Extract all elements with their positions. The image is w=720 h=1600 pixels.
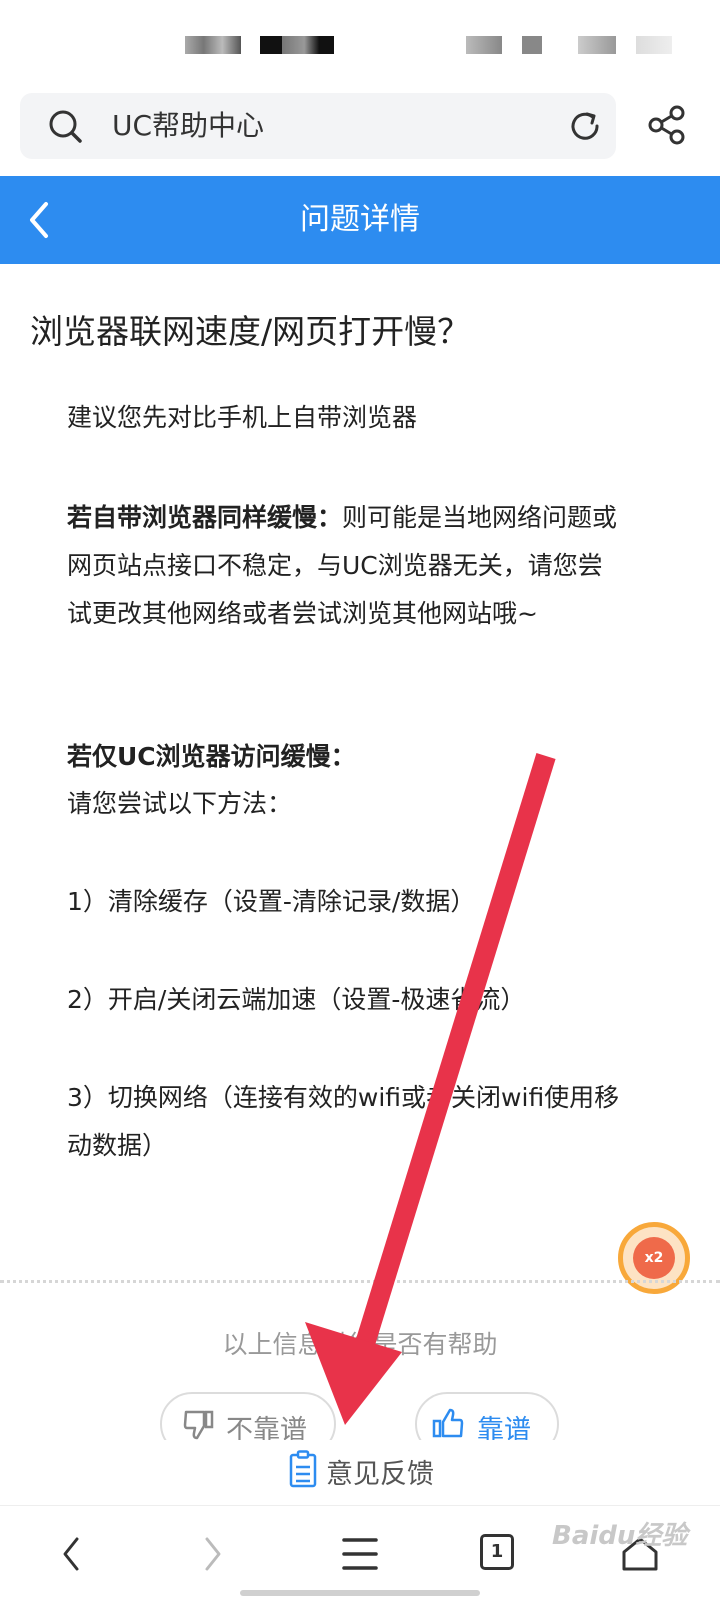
- thumbs-down-icon: [183, 1410, 214, 1440]
- address-search-bar[interactable]: UC帮助中心: [20, 93, 616, 159]
- status-bar: [0, 0, 720, 90]
- step-1: 1）清除缓存（设置-清除记录/数据）: [67, 887, 476, 916]
- title-bar: 问题详情: [0, 176, 720, 264]
- feedback-label: 意见反馈: [326, 1459, 434, 1490]
- status-blur-3: [466, 36, 502, 54]
- article-title: 浏览器联网速度/网页打开慢？: [30, 312, 471, 351]
- status-blur-2: [260, 36, 334, 54]
- coin-reward-badge[interactable]: x2: [618, 1222, 690, 1294]
- article-case-2-heading: 若仅UC浏览器访问缓慢：: [67, 733, 627, 781]
- page-title: 问题详情: [300, 202, 420, 237]
- share-icon[interactable]: [646, 104, 688, 146]
- step-2: 2）开启/关闭云端加速（设置-极速省流）: [67, 985, 526, 1014]
- status-blur-6: [636, 36, 672, 54]
- search-icon: [49, 110, 82, 143]
- dotted-separator: [0, 1280, 720, 1283]
- status-blur-5: [578, 36, 616, 54]
- article-case-1: 若自带浏览器同样缓慢：则可能是当地网络问题或网页站点接口不稳定，与UC浏览器无关…: [67, 494, 627, 638]
- step-3: 3）切换网络（连接有效的wifi或者关闭wifi使用移动数据）: [67, 1083, 620, 1160]
- status-blur-1: [185, 36, 241, 54]
- back-icon[interactable]: [22, 198, 62, 242]
- home-indicator: [240, 1590, 480, 1596]
- thumbs-up-icon: [432, 1408, 464, 1438]
- tabs-icon[interactable]: 1: [480, 1534, 514, 1570]
- nav-back-icon[interactable]: [52, 1534, 92, 1574]
- refresh-icon[interactable]: [566, 107, 604, 145]
- status-blur-4: [522, 36, 542, 54]
- coin-badge-label: x2: [633, 1237, 675, 1279]
- article-case-2-text: 请您尝试以下方法：: [67, 789, 293, 818]
- baidu-watermark: Baidu经验: [552, 1521, 688, 1551]
- search-text: UC帮助中心: [112, 109, 265, 142]
- case-1-heading: 若自带浏览器同样缓慢：: [67, 503, 343, 532]
- article-intro: 建议您先对比手机上自带浏览器: [67, 403, 418, 432]
- menu-icon[interactable]: [340, 1534, 380, 1574]
- nav-forward-icon[interactable]: [192, 1534, 232, 1574]
- case-2-heading: 若仅UC浏览器访问缓慢：: [67, 742, 356, 771]
- clipboard-icon: [289, 1450, 317, 1488]
- helpful-question: 以上信息对您是否有帮助: [222, 1330, 498, 1359]
